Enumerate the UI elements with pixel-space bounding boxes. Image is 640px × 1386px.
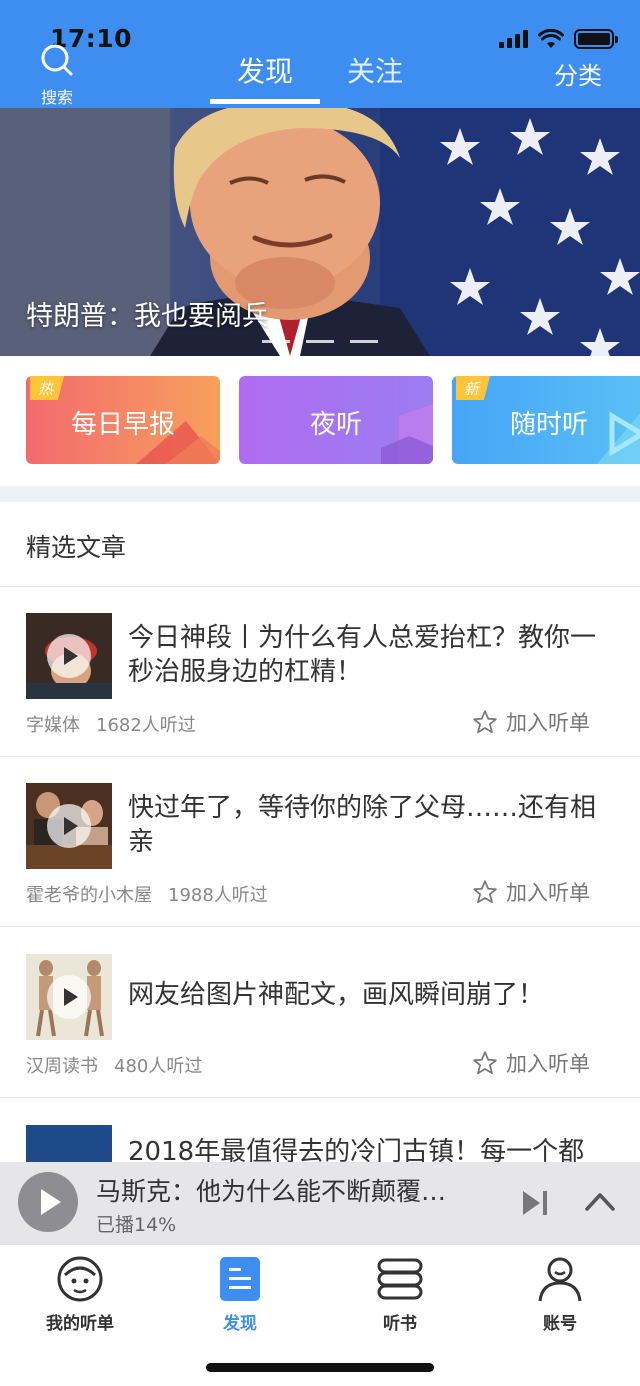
carousel-dot	[262, 340, 290, 343]
add-label: 加入听单	[506, 711, 590, 735]
star-icon	[473, 1051, 497, 1075]
add-label: 加入听单	[506, 1052, 590, 1076]
carousel-indicator	[262, 340, 378, 343]
article-listens: 1988人听过	[168, 885, 268, 906]
article-source: 字媒体	[26, 715, 80, 736]
nav-my-playlist[interactable]: 我的听单	[20, 1255, 140, 1334]
article-item[interactable]: 今日神段丨为什么有人总爱抬杠？教你一秒治服身边的杠精！ 字媒体 1682人听过 加…	[0, 587, 640, 757]
user-icon	[538, 1257, 582, 1302]
article-thumbnail	[26, 613, 112, 699]
article-thumbnail	[26, 783, 112, 869]
article-meta: 字媒体 1682人听过	[26, 711, 196, 737]
chevron-up-icon[interactable]	[584, 1190, 616, 1212]
home-indicator	[206, 1363, 434, 1372]
nav-label: 我的听单	[46, 1314, 114, 1334]
face-icon	[57, 1256, 103, 1302]
add-to-playlist-button[interactable]: 加入听单	[472, 1048, 590, 1078]
quick-cards: 热 每日早报 夜听 新 随时听	[26, 376, 640, 466]
section-title: 精选文章	[26, 533, 127, 562]
nav-label: 听书	[383, 1314, 417, 1334]
article-meta: 汉周读书 480人听过	[26, 1052, 202, 1078]
banner-caption: 特朗普：我也要阅兵	[26, 301, 269, 332]
wifi-icon	[538, 29, 564, 48]
article-title: 今日神段丨为什么有人总爱抬杠？教你一秒治服身边的杠精！	[128, 623, 597, 687]
play-button[interactable]	[18, 1172, 78, 1232]
list-doc-icon	[220, 1257, 260, 1301]
card-label: 夜听	[309, 410, 362, 440]
play-icon[interactable]	[47, 975, 91, 1019]
article-source: 霍老爷的小木屋	[26, 885, 152, 906]
cellular-signal-icon	[499, 30, 528, 48]
star-icon	[473, 880, 497, 904]
play-icon[interactable]	[47, 634, 91, 678]
play-progress: 已播14%	[96, 1214, 177, 1236]
article-title: 快过年了，等待你的除了父母……还有相亲	[128, 793, 597, 857]
star-icon	[473, 710, 497, 734]
carousel-dot	[350, 340, 378, 343]
add-to-playlist-button[interactable]: 加入听单	[472, 707, 590, 737]
header-tabs: 发现 关注	[210, 50, 430, 104]
add-label: 加入听单	[506, 881, 590, 905]
next-track-icon[interactable]	[520, 1188, 550, 1218]
carousel-dot	[306, 340, 334, 343]
divider	[0, 1097, 640, 1098]
card-night-listen[interactable]: 夜听	[239, 376, 433, 464]
category-button[interactable]: 分类	[554, 56, 602, 91]
status-icons	[499, 28, 618, 50]
tab-follow[interactable]: 关注	[320, 50, 430, 104]
section-spacer	[0, 486, 640, 502]
card-label: 随时听	[509, 410, 588, 440]
article-item[interactable]: 网友给图片神配文，画风瞬间崩了！ 汉周读书 480人听过 加入听单	[0, 928, 640, 1098]
divider	[0, 926, 640, 927]
nav-account[interactable]: 账号	[500, 1255, 620, 1334]
article-meta: 霍老爷的小木屋 1988人听过	[26, 881, 268, 907]
card-anytime-listen[interactable]: 新 随时听	[452, 376, 640, 464]
article-item[interactable]: 快过年了，等待你的除了父母……还有相亲 霍老爷的小木屋 1988人听过 加入听单	[0, 757, 640, 927]
article-source: 汉周读书	[26, 1056, 98, 1077]
top-header: 17:10 搜索 发现 关注 分类	[0, 0, 640, 108]
search-icon	[41, 44, 73, 76]
battery-icon	[574, 29, 618, 49]
card-daily-news[interactable]: 热 每日早报	[26, 376, 220, 464]
mini-player[interactable]: 马斯克：他为什么能不断颠覆… 已播14%	[0, 1162, 640, 1244]
play-icon[interactable]	[47, 804, 91, 848]
nav-label: 发现	[223, 1314, 257, 1334]
now-playing-title: 马斯克：他为什么能不断颠覆…	[96, 1177, 447, 1206]
nav-label: 账号	[543, 1314, 577, 1334]
books-icon	[377, 1258, 423, 1300]
article-listens: 480人听过	[114, 1056, 203, 1077]
nav-audiobooks[interactable]: 听书	[340, 1255, 460, 1334]
nav-discover[interactable]: 发现	[180, 1255, 300, 1334]
banner-carousel[interactable]: 特朗普：我也要阅兵	[0, 108, 640, 356]
article-title: 网友给图片神配文，画风瞬间崩了！	[128, 980, 545, 1010]
search-label: 搜索	[40, 88, 73, 107]
tab-discover[interactable]: 发现	[210, 50, 320, 104]
search-button[interactable]: 搜索	[36, 42, 78, 108]
add-to-playlist-button[interactable]: 加入听单	[472, 877, 590, 907]
card-label: 每日早报	[70, 410, 175, 440]
article-thumbnail	[26, 954, 112, 1040]
article-listens: 1682人听过	[96, 715, 196, 736]
